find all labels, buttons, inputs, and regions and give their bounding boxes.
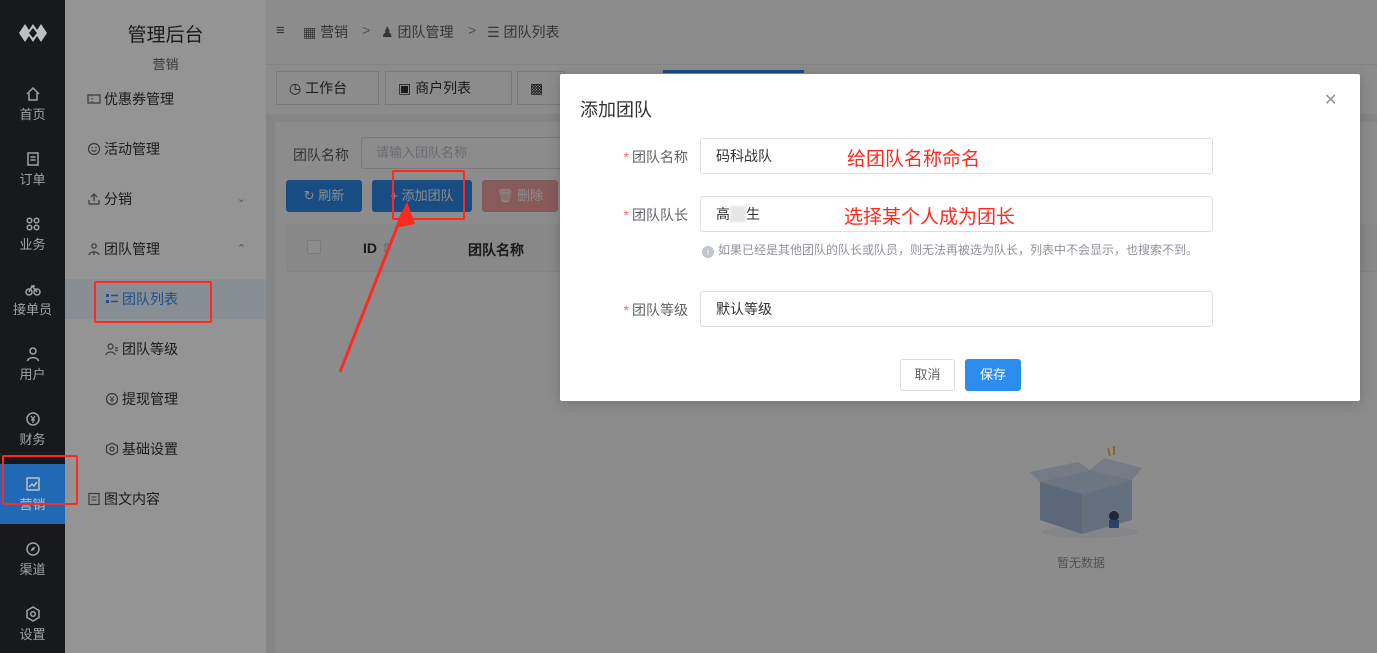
- add-team-dialog: 添加团队 ✕ * 团队名称 码科战队 给团队名称命名 * 团队队长 高生 选择某个人…: [560, 74, 1360, 401]
- required-mark: *: [623, 149, 629, 165]
- highlight-team-list: [94, 281, 212, 323]
- annotation-team-name: 给团队名称命名: [847, 149, 981, 170]
- required-mark: *: [623, 302, 629, 318]
- field-label: 团队名称: [632, 149, 688, 165]
- team-name-label: * 团队名称: [588, 147, 688, 167]
- rail-backdrop: [0, 0, 65, 653]
- leader-value-suffix: 生: [746, 206, 760, 222]
- team-level-label: * 团队等级: [588, 300, 688, 320]
- team-leader-label: * 团队队长: [588, 205, 688, 225]
- info-icon: i: [702, 246, 714, 258]
- highlight-marketing: [2, 455, 78, 505]
- leader-hint: i 如果已经是其他团队的队长或队员，则无法再被选为队长，列表中不会显示，也搜索不到…: [702, 241, 1198, 258]
- annotation-arrow-icon: [338, 202, 415, 373]
- field-label: 团队队长: [632, 207, 688, 223]
- annotation-team-leader: 选择某个人成为团长: [844, 207, 1016, 228]
- save-button[interactable]: 保存: [965, 359, 1021, 391]
- close-icon[interactable]: ✕: [1324, 93, 1338, 109]
- leader-value-prefix: 高: [716, 206, 730, 222]
- team-name-value: 码科战队: [716, 148, 772, 164]
- dialog-title: 添加团队: [580, 100, 652, 120]
- blurred-name: [730, 206, 746, 222]
- required-mark: *: [623, 207, 629, 223]
- team-level-select[interactable]: 默认等级: [700, 291, 1213, 327]
- submenu-backdrop: [65, 0, 266, 653]
- team-level-value: 默认等级: [716, 301, 772, 317]
- hint-text: 如果已经是其他团队的队长或队员，则无法再被选为队长，列表中不会显示，也搜索不到。: [718, 243, 1199, 257]
- field-label: 团队等级: [632, 302, 688, 318]
- cancel-button[interactable]: 取消: [900, 359, 955, 391]
